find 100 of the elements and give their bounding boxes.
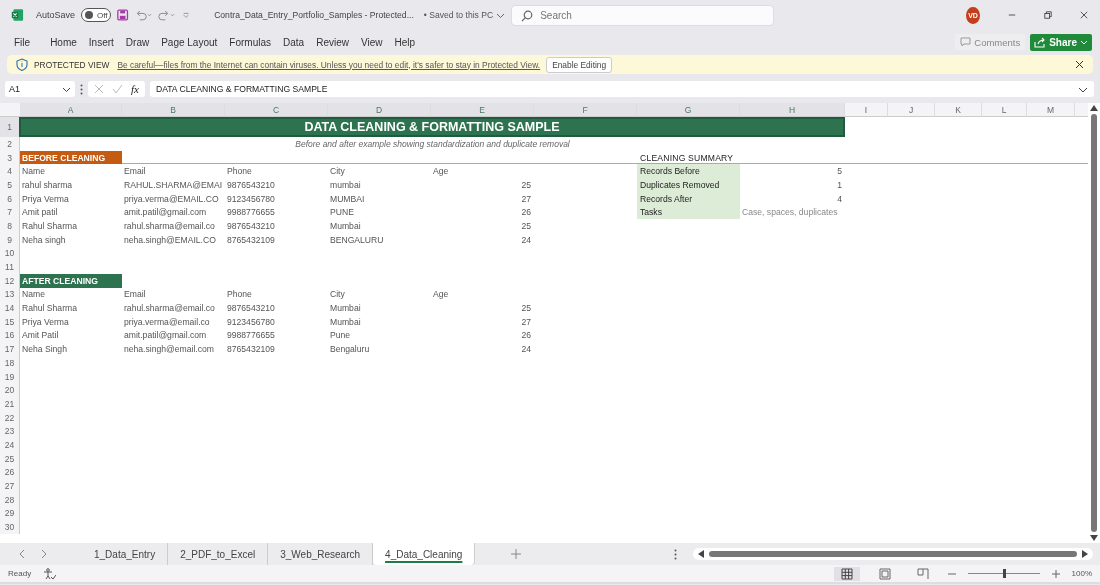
search-field[interactable]: Search <box>511 4 775 26</box>
row-header[interactable]: 11 <box>0 260 20 274</box>
row-header[interactable]: 27 <box>0 479 20 493</box>
ribbon-tab[interactable]: Page Layout <box>155 32 224 52</box>
comments-button[interactable]: Comments <box>955 34 1026 50</box>
column-header[interactable]: B <box>122 103 225 117</box>
column-header[interactable]: E <box>431 103 534 117</box>
row-header[interactable]: 8 <box>0 219 20 233</box>
ribbon-tab[interactable]: View <box>354 32 389 52</box>
column-header[interactable]: C <box>225 103 328 117</box>
redo-icon[interactable] <box>158 8 177 22</box>
save-icon[interactable] <box>117 8 129 22</box>
table-cell-text: Amit Patil <box>21 329 60 343</box>
table-cell-text: 8765432109 <box>226 233 276 247</box>
autosave-label: AutoSave <box>35 10 75 20</box>
column-header[interactable]: J <box>888 103 935 117</box>
grid-icon <box>840 567 853 580</box>
save-status-menu[interactable]: • Saved to this PC <box>423 10 506 20</box>
table-cell-text: priya.verma@EMAIL.CO <box>123 192 220 206</box>
row-header[interactable]: 18 <box>0 356 20 370</box>
summary-title-cell-text: CLEANING SUMMARY <box>639 151 735 165</box>
row-header[interactable]: 20 <box>0 383 20 398</box>
page-break-icon <box>916 567 929 580</box>
close-icon[interactable] <box>1075 60 1084 69</box>
table-cell-text: 24 <box>520 233 532 247</box>
summary-label-cell: Tasks <box>637 205 740 220</box>
table-cell-text: Priya Verma <box>21 315 70 329</box>
more-options-icon[interactable] <box>80 83 83 95</box>
enable-editing-button[interactable]: Enable Editing <box>546 56 613 73</box>
ribbon-tab[interactable]: Review <box>310 32 355 52</box>
next-sheet-icon[interactable] <box>41 549 48 559</box>
row-header[interactable]: 17 <box>0 342 20 356</box>
table-cell-text: 25 <box>520 302 532 315</box>
horizontal-scrollbar[interactable] <box>693 548 1093 560</box>
scroll-down-icon[interactable] <box>1090 535 1098 541</box>
table-cell-text: 27 <box>520 192 532 206</box>
accessibility-icon[interactable] <box>43 567 57 580</box>
row-header[interactable]: 5 <box>0 178 20 192</box>
column-header[interactable]: H <box>740 103 845 117</box>
formula-field[interactable]: DATA CLEANING & FORMATTING SAMPLE <box>149 81 1094 97</box>
table-cell-text: 9988776655 <box>226 206 276 220</box>
check-icon[interactable] <box>112 84 123 94</box>
ribbon-tab[interactable]: Home <box>44 32 83 52</box>
row-header[interactable]: 1 <box>0 117 20 137</box>
zoom-in-icon[interactable] <box>1051 569 1060 578</box>
row-header[interactable]: 14 <box>0 301 20 315</box>
column-header[interactable]: G <box>637 103 740 117</box>
table-cell-text: neha.singh@email.com <box>123 343 215 356</box>
close-icon[interactable] <box>1079 10 1088 20</box>
table-cell-text: Amit patil <box>21 206 59 220</box>
table-cell-text: RAHUL.SHARMA@EMAI <box>123 178 224 192</box>
column-label-cell-text: Phone <box>226 288 253 302</box>
column-header[interactable]: F <box>534 103 637 117</box>
protected-view-link[interactable]: Be careful—files from the Internet can contain viruses. Unless you need to edit, it's safer to stay in Protected View. <box>117 59 541 70</box>
row-header[interactable]: 24 <box>0 438 20 452</box>
ribbon-tab[interactable]: Help <box>388 32 422 52</box>
column-label-cell-text: Age <box>432 165 450 179</box>
column-header[interactable]: L <box>982 103 1027 117</box>
comment-icon <box>960 36 972 48</box>
table-cell-text: 25 <box>520 219 532 233</box>
row-header[interactable]: 4 <box>0 164 20 179</box>
column-header[interactable]: M <box>1027 103 1075 117</box>
previous-sheet-icon[interactable] <box>18 549 25 559</box>
table-cell-text: Rahul Sharma <box>21 219 78 233</box>
scroll-left-icon[interactable] <box>698 550 704 558</box>
column-label-cell-text: Email <box>123 288 147 302</box>
scroll-up-icon[interactable] <box>1090 105 1098 111</box>
ribbon-tab[interactable]: Data <box>277 32 311 52</box>
row-header[interactable]: 23 <box>0 424 20 439</box>
vertical-scrollbar[interactable] <box>1088 103 1100 543</box>
ribbon-tab[interactable]: File <box>14 32 37 52</box>
table-cell-text: Neha singh <box>21 233 67 247</box>
restore-icon[interactable] <box>1043 10 1052 20</box>
row-header[interactable]: 30 <box>0 520 20 534</box>
column-header[interactable]: D <box>328 103 431 117</box>
summary-value-cell-text: 1 <box>836 178 843 192</box>
ribbon-tab[interactable]: Draw <box>119 32 156 52</box>
column-header[interactable]: A <box>20 103 122 117</box>
table-cell-text: 9123456780 <box>226 192 276 206</box>
insert-function-button[interactable]: fx <box>131 83 139 95</box>
table-cell-text: rahul.sharma@email.co <box>123 219 216 233</box>
normal-view-button[interactable] <box>833 566 860 581</box>
undo-icon[interactable] <box>134 8 153 22</box>
sheet-tab[interactable]: 4_Data_Cleaning <box>373 543 476 565</box>
column-header[interactable]: I <box>845 103 888 117</box>
share-button[interactable]: Share <box>1030 33 1092 51</box>
ribbon-tab[interactable]: Insert <box>82 32 120 52</box>
title-cell[interactable]: DATA CLEANING & FORMATTING SAMPLE <box>19 117 845 137</box>
column-label-cell-text: City <box>329 288 346 302</box>
zoom-level[interactable]: 100% <box>1071 569 1092 578</box>
row-header[interactable]: 2 <box>0 137 20 151</box>
column-header[interactable]: K <box>935 103 982 117</box>
autosave-toggle[interactable]: Off <box>80 8 112 22</box>
more-options-icon[interactable] <box>674 548 677 560</box>
scroll-right-icon[interactable] <box>1082 550 1088 558</box>
table-cell-text: Pune <box>329 329 352 343</box>
name-box[interactable]: A1 <box>5 81 75 97</box>
row-header[interactable]: 21 <box>0 397 20 411</box>
ribbon-tab[interactable]: Formulas <box>223 32 278 52</box>
row-header[interactable]: 7 <box>0 205 20 220</box>
